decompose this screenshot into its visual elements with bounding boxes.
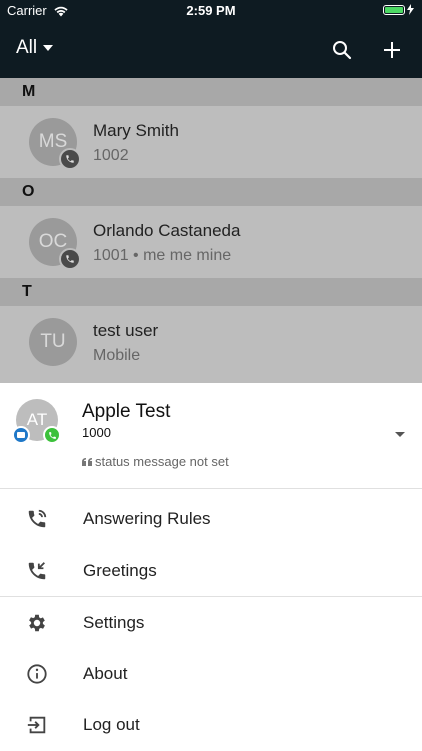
logout-icon bbox=[25, 713, 49, 737]
search-icon bbox=[333, 41, 352, 60]
caret-down-icon bbox=[43, 45, 54, 51]
add-button[interactable] bbox=[378, 36, 406, 64]
filter-label: All bbox=[16, 37, 38, 58]
profile-name: Apple Test bbox=[82, 401, 171, 422]
profile-header[interactable]: AT Apple Test 1000 status message not se… bbox=[0, 383, 422, 489]
quote-icon bbox=[82, 457, 92, 466]
chevron-down-icon[interactable] bbox=[395, 432, 405, 437]
menu-item-settings[interactable]: Settings bbox=[0, 597, 422, 649]
contact-row[interactable]: OC Orlando Castaneda 1001 • me me mine bbox=[0, 206, 422, 278]
plus-icon bbox=[384, 42, 400, 58]
contact-subtitle: 1001 • me me mine bbox=[93, 247, 232, 264]
status-message[interactable]: status message not set bbox=[82, 454, 229, 469]
account-drawer: AT Apple Test 1000 status message not se… bbox=[0, 383, 422, 750]
contact-row[interactable]: TU test user Mobile bbox=[0, 306, 422, 378]
section-header: O bbox=[0, 178, 422, 206]
menu-item-answering-rules[interactable]: Answering Rules bbox=[0, 493, 422, 545]
answering-rules-icon bbox=[25, 507, 49, 531]
contact-name: test user bbox=[93, 321, 159, 340]
contact-name: Orlando Castaneda bbox=[93, 221, 241, 240]
section-header: T bbox=[0, 278, 422, 306]
status-bar: Carrier 2:59 PM bbox=[0, 0, 422, 22]
phone-badge-icon bbox=[59, 248, 81, 270]
gear-icon bbox=[25, 611, 49, 635]
menu-item-about[interactable]: About bbox=[0, 648, 422, 700]
contact-subtitle: 1002 bbox=[93, 147, 129, 164]
menu-item-greetings[interactable]: Greetings bbox=[0, 545, 422, 597]
profile-extension: 1000 bbox=[82, 425, 111, 440]
menu-item-label: Greetings bbox=[83, 561, 157, 580]
charging-icon bbox=[407, 4, 414, 15]
app-bar: All bbox=[0, 22, 422, 78]
contact-subtitle: Mobile bbox=[93, 347, 141, 364]
menu-item-label: Answering Rules bbox=[83, 509, 211, 528]
menu-item-label: Settings bbox=[83, 613, 145, 632]
info-icon bbox=[25, 662, 49, 686]
status-message-text: status message not set bbox=[95, 454, 229, 469]
menu-item-log-out[interactable]: Log out bbox=[0, 699, 422, 751]
section-header: M bbox=[0, 78, 422, 106]
filter-dropdown[interactable]: All bbox=[16, 37, 54, 59]
chat-status-icon bbox=[12, 426, 30, 444]
contact-name: Mary Smith bbox=[93, 121, 179, 140]
contact-row[interactable]: MS Mary Smith 1002 bbox=[0, 106, 422, 178]
phone-status-icon bbox=[43, 426, 61, 444]
greetings-icon bbox=[25, 559, 49, 583]
contact-list: M MS Mary Smith 1002 O OC Orlando Castan… bbox=[0, 78, 422, 383]
menu-item-label: Log out bbox=[83, 715, 140, 734]
battery-icon bbox=[383, 4, 405, 15]
phone-badge-icon bbox=[59, 148, 81, 170]
menu-item-label: About bbox=[83, 664, 128, 683]
avatar: TU bbox=[29, 318, 77, 366]
battery-indicator bbox=[383, 4, 414, 15]
clock: 2:59 PM bbox=[186, 3, 236, 18]
search-button[interactable] bbox=[328, 36, 356, 64]
